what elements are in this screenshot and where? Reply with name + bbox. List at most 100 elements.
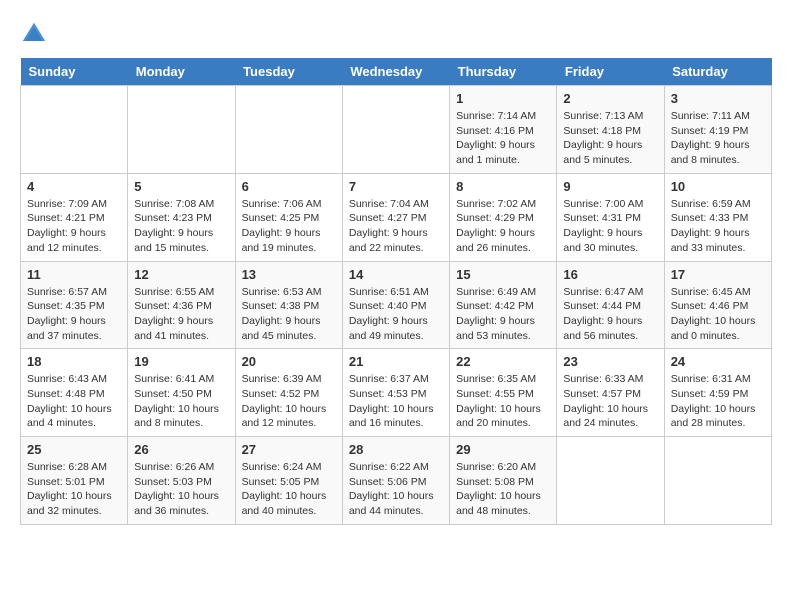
calendar-week-row: 11 Sunrise: 6:57 AM Sunset: 4:35 PM Dayli…: [21, 261, 772, 349]
day-info: Sunrise: 7:04 AM Sunset: 4:27 PM Dayligh…: [349, 197, 443, 256]
day-info: Sunrise: 6:39 AM Sunset: 4:52 PM Dayligh…: [242, 372, 336, 431]
calendar-week-row: 1 Sunrise: 7:14 AM Sunset: 4:16 PM Daylig…: [21, 86, 772, 174]
calendar-week-row: 18 Sunrise: 6:43 AM Sunset: 4:48 PM Dayli…: [21, 349, 772, 437]
day-number: 6: [242, 179, 336, 194]
day-info: Sunrise: 7:13 AM Sunset: 4:18 PM Dayligh…: [563, 109, 657, 168]
calendar-cell: 10 Sunrise: 6:59 AM Sunset: 4:33 PM Dayli…: [664, 173, 771, 261]
day-number: 27: [242, 442, 336, 457]
day-number: 23: [563, 354, 657, 369]
calendar-week-row: 4Sunrise: 7:09 AM Sunset: 4:21 PM Daylig…: [21, 173, 772, 261]
header-thursday: Thursday: [450, 58, 557, 86]
calendar-cell: 20 Sunrise: 6:39 AM Sunset: 4:52 PM Dayli…: [235, 349, 342, 437]
calendar-cell: 9 Sunrise: 7:00 AM Sunset: 4:31 PM Daylig…: [557, 173, 664, 261]
day-info: Sunrise: 7:14 AM Sunset: 4:16 PM Dayligh…: [456, 109, 550, 168]
day-info: Sunrise: 6:43 AM Sunset: 4:48 PM Dayligh…: [27, 372, 121, 431]
calendar-cell: [235, 86, 342, 174]
day-number: 29: [456, 442, 550, 457]
day-number: 5: [134, 179, 228, 194]
calendar-cell: 27 Sunrise: 6:24 AM Sunset: 5:05 PM Dayli…: [235, 437, 342, 525]
day-info: Sunrise: 6:31 AM Sunset: 4:59 PM Dayligh…: [671, 372, 765, 431]
calendar-cell: [21, 86, 128, 174]
calendar-cell: 26 Sunrise: 6:26 AM Sunset: 5:03 PM Dayli…: [128, 437, 235, 525]
calendar-cell: 29 Sunrise: 6:20 AM Sunset: 5:08 PM Dayli…: [450, 437, 557, 525]
day-info: Sunrise: 7:02 AM Sunset: 4:29 PM Dayligh…: [456, 197, 550, 256]
day-info: Sunrise: 7:00 AM Sunset: 4:31 PM Dayligh…: [563, 197, 657, 256]
day-number: 8: [456, 179, 550, 194]
day-number: 12: [134, 267, 228, 282]
day-info: Sunrise: 6:35 AM Sunset: 4:55 PM Dayligh…: [456, 372, 550, 431]
calendar-week-row: 25 Sunrise: 6:28 AM Sunset: 5:01 PM Dayli…: [21, 437, 772, 525]
day-info: Sunrise: 6:45 AM Sunset: 4:46 PM Dayligh…: [671, 285, 765, 344]
day-number: 22: [456, 354, 550, 369]
day-info: Sunrise: 6:53 AM Sunset: 4:38 PM Dayligh…: [242, 285, 336, 344]
day-number: 9: [563, 179, 657, 194]
header-friday: Friday: [557, 58, 664, 86]
day-info: Sunrise: 6:51 AM Sunset: 4:40 PM Dayligh…: [349, 285, 443, 344]
day-number: 20: [242, 354, 336, 369]
day-number: 7: [349, 179, 443, 194]
calendar-header-row: SundayMondayTuesdayWednesdayThursdayFrid…: [21, 58, 772, 86]
logo: [20, 20, 52, 48]
calendar-cell: 21 Sunrise: 6:37 AM Sunset: 4:53 PM Dayli…: [342, 349, 449, 437]
day-info: Sunrise: 6:26 AM Sunset: 5:03 PM Dayligh…: [134, 460, 228, 519]
day-number: 15: [456, 267, 550, 282]
header-sunday: Sunday: [21, 58, 128, 86]
day-number: 17: [671, 267, 765, 282]
header-wednesday: Wednesday: [342, 58, 449, 86]
calendar-cell: 11 Sunrise: 6:57 AM Sunset: 4:35 PM Dayli…: [21, 261, 128, 349]
day-number: 25: [27, 442, 121, 457]
day-info: Sunrise: 6:22 AM Sunset: 5:06 PM Dayligh…: [349, 460, 443, 519]
calendar-cell: 5 Sunrise: 7:08 AM Sunset: 4:23 PM Daylig…: [128, 173, 235, 261]
calendar-cell: 17 Sunrise: 6:45 AM Sunset: 4:46 PM Dayli…: [664, 261, 771, 349]
calendar-cell: 23 Sunrise: 6:33 AM Sunset: 4:57 PM Dayli…: [557, 349, 664, 437]
day-number: 26: [134, 442, 228, 457]
calendar-cell: [557, 437, 664, 525]
logo-icon: [20, 20, 48, 48]
day-info: Sunrise: 7:09 AM Sunset: 4:21 PM Dayligh…: [27, 197, 121, 256]
day-info: Sunrise: 7:06 AM Sunset: 4:25 PM Dayligh…: [242, 197, 336, 256]
day-number: 1: [456, 91, 550, 106]
calendar-cell: 6 Sunrise: 7:06 AM Sunset: 4:25 PM Daylig…: [235, 173, 342, 261]
day-number: 14: [349, 267, 443, 282]
day-info: Sunrise: 6:37 AM Sunset: 4:53 PM Dayligh…: [349, 372, 443, 431]
calendar-cell: 25 Sunrise: 6:28 AM Sunset: 5:01 PM Dayli…: [21, 437, 128, 525]
calendar-cell: 4Sunrise: 7:09 AM Sunset: 4:21 PM Daylig…: [21, 173, 128, 261]
calendar-cell: 28 Sunrise: 6:22 AM Sunset: 5:06 PM Dayli…: [342, 437, 449, 525]
day-info: Sunrise: 6:20 AM Sunset: 5:08 PM Dayligh…: [456, 460, 550, 519]
calendar-cell: 3 Sunrise: 7:11 AM Sunset: 4:19 PM Daylig…: [664, 86, 771, 174]
calendar-cell: [342, 86, 449, 174]
day-number: 21: [349, 354, 443, 369]
day-number: 18: [27, 354, 121, 369]
day-info: Sunrise: 6:41 AM Sunset: 4:50 PM Dayligh…: [134, 372, 228, 431]
day-number: 16: [563, 267, 657, 282]
calendar-cell: 16Sunrise: 6:47 AM Sunset: 4:44 PM Dayli…: [557, 261, 664, 349]
day-info: Sunrise: 6:28 AM Sunset: 5:01 PM Dayligh…: [27, 460, 121, 519]
calendar-cell: 24Sunrise: 6:31 AM Sunset: 4:59 PM Dayli…: [664, 349, 771, 437]
day-number: 19: [134, 354, 228, 369]
calendar-cell: 1 Sunrise: 7:14 AM Sunset: 4:16 PM Daylig…: [450, 86, 557, 174]
calendar-cell: 14 Sunrise: 6:51 AM Sunset: 4:40 PM Dayli…: [342, 261, 449, 349]
calendar-cell: [128, 86, 235, 174]
calendar-cell: 8 Sunrise: 7:02 AM Sunset: 4:29 PM Daylig…: [450, 173, 557, 261]
day-info: Sunrise: 6:24 AM Sunset: 5:05 PM Dayligh…: [242, 460, 336, 519]
day-info: Sunrise: 7:11 AM Sunset: 4:19 PM Dayligh…: [671, 109, 765, 168]
day-info: Sunrise: 6:33 AM Sunset: 4:57 PM Dayligh…: [563, 372, 657, 431]
calendar-table: SundayMondayTuesdayWednesdayThursdayFrid…: [20, 58, 772, 525]
day-info: Sunrise: 7:08 AM Sunset: 4:23 PM Dayligh…: [134, 197, 228, 256]
day-info: Sunrise: 6:55 AM Sunset: 4:36 PM Dayligh…: [134, 285, 228, 344]
day-info: Sunrise: 6:59 AM Sunset: 4:33 PM Dayligh…: [671, 197, 765, 256]
day-number: 13: [242, 267, 336, 282]
header-saturday: Saturday: [664, 58, 771, 86]
calendar-cell: 15 Sunrise: 6:49 AM Sunset: 4:42 PM Dayli…: [450, 261, 557, 349]
calendar-cell: 18 Sunrise: 6:43 AM Sunset: 4:48 PM Dayli…: [21, 349, 128, 437]
calendar-cell: 22 Sunrise: 6:35 AM Sunset: 4:55 PM Dayli…: [450, 349, 557, 437]
day-number: 3: [671, 91, 765, 106]
calendar-cell: 2Sunrise: 7:13 AM Sunset: 4:18 PM Daylig…: [557, 86, 664, 174]
day-number: 11: [27, 267, 121, 282]
calendar-cell: 12 Sunrise: 6:55 AM Sunset: 4:36 PM Dayli…: [128, 261, 235, 349]
header-monday: Monday: [128, 58, 235, 86]
day-info: Sunrise: 6:49 AM Sunset: 4:42 PM Dayligh…: [456, 285, 550, 344]
day-number: 10: [671, 179, 765, 194]
day-number: 28: [349, 442, 443, 457]
day-info: Sunrise: 6:57 AM Sunset: 4:35 PM Dayligh…: [27, 285, 121, 344]
